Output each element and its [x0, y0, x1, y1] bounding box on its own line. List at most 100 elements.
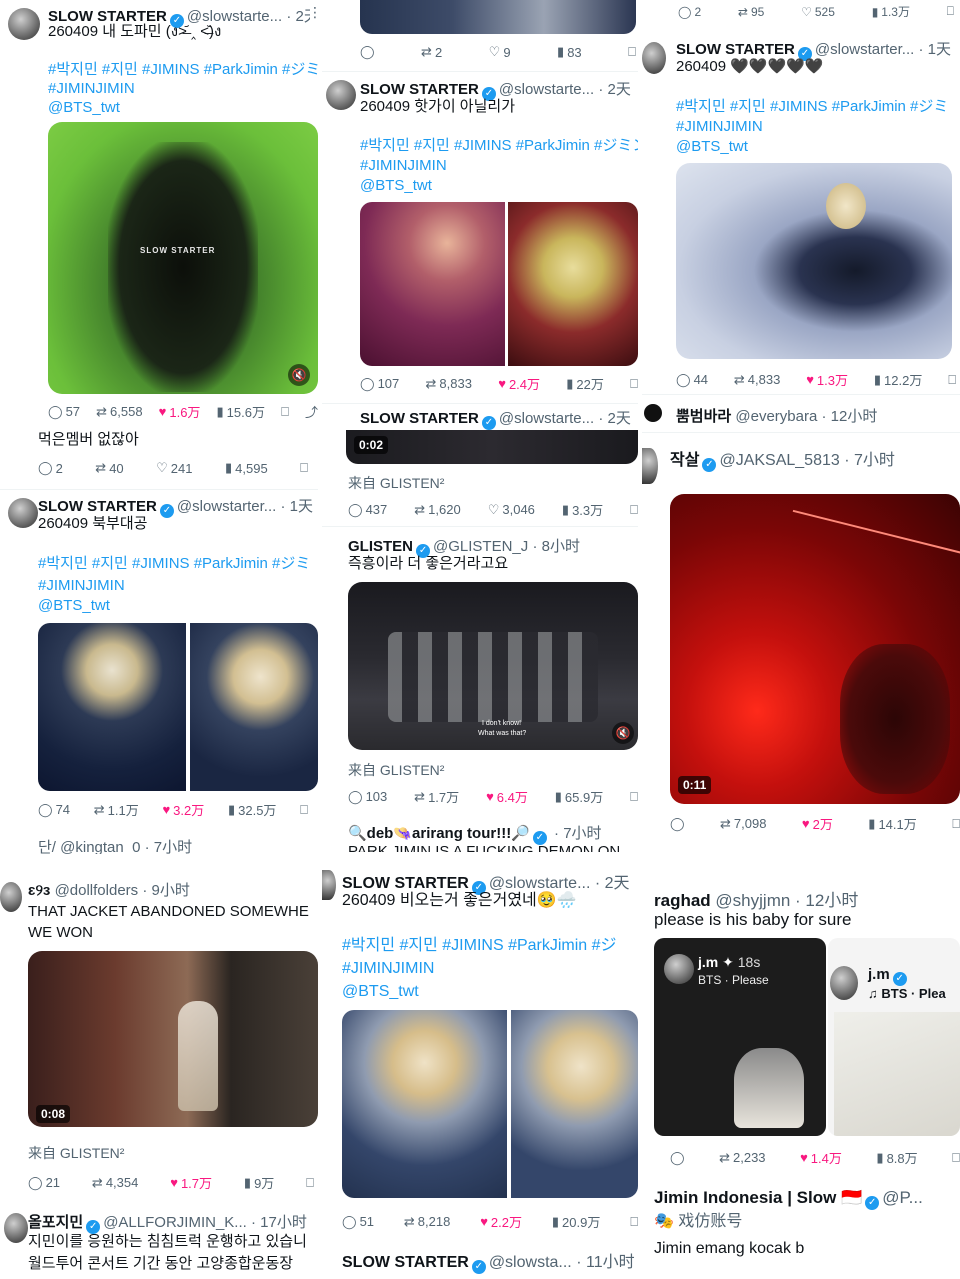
views-button[interactable]: ▮ 4,595: [225, 460, 268, 476]
display-name[interactable]: SLOW STARTER: [342, 1254, 469, 1271]
like-button[interactable]: ♥ 6.4万: [486, 787, 528, 806]
handle[interactable]: @dollfolders: [55, 882, 139, 899]
display-name[interactable]: 올포지민: [28, 1214, 83, 1231]
handle[interactable]: @GLISTEN_J: [433, 538, 528, 555]
display-name[interactable]: raghad: [654, 891, 711, 910]
tweet-card-col2-0[interactable]: ◯ ⇄ 2 ♡ 9 ▮ 83 ⎕: [322, 0, 638, 70]
retweet-button[interactable]: ⇄ 1,620: [414, 500, 460, 519]
avatar[interactable]: [0, 882, 22, 912]
handle[interactable]: @P...: [882, 1188, 923, 1207]
like-button[interactable]: ♥ 1.3万: [806, 370, 848, 389]
tweet-card-col1-4[interactable]: 올포지민 ✓ @ALLFORJIMIN_K... · 17小时 지민이를 응원하는 …: [0, 1205, 318, 1279]
like-button[interactable]: ♡ 3,046: [488, 500, 535, 519]
bookmark-icon[interactable]: ⎕: [306, 1173, 314, 1192]
retweet-button[interactable]: ⇄ 8,218: [404, 1212, 450, 1231]
timestamp[interactable]: · 1天: [918, 41, 951, 58]
hashtags[interactable]: #JIMINJIMIN: [360, 156, 638, 176]
tweet-card-col3-2[interactable]: 뿜범바라 @everybara · 12小时: [642, 398, 960, 428]
retweet-button[interactable]: ⇄ 2: [421, 44, 442, 60]
like-button[interactable]: ♡ 9: [489, 44, 511, 60]
like-button[interactable]: ♥ 1.6万: [159, 402, 201, 421]
mute-icon[interactable]: 🔇: [612, 722, 634, 744]
timestamp[interactable]: · 9小时: [142, 882, 190, 899]
handle[interactable]: @slowstarte...: [499, 410, 594, 427]
reply-button[interactable]: ◯ 44: [676, 370, 708, 389]
reply-button[interactable]: ◯: [670, 814, 685, 833]
views-button[interactable]: ▮ 15.6万: [217, 402, 265, 421]
avatar[interactable]: [642, 448, 658, 484]
display-name[interactable]: SLOW STARTER: [360, 81, 479, 98]
tweet-card-col3-4[interactable]: raghad @shyjjmn · 12小时 please is his bab…: [642, 878, 960, 1178]
bookmark-icon[interactable]: ⎕: [628, 44, 636, 60]
handle[interactable]: @slowstarter...: [177, 498, 276, 515]
reply-button[interactable]: ◯: [670, 1148, 685, 1167]
timestamp[interactable]: · 2天: [598, 410, 631, 427]
display-name[interactable]: GLISTEN: [348, 538, 413, 555]
mention[interactable]: @BTS_twt: [676, 137, 960, 157]
handle[interactable]: @shyjjmn: [715, 891, 790, 910]
tweet-card-col2-4[interactable]: 🔍deb👒arirang tour!!!🔎 ✓ · 7小时 PARK JIMIN …: [322, 818, 638, 856]
display-name[interactable]: ɛ୨ɜ: [28, 882, 50, 899]
timestamp[interactable]: · 1天: [280, 498, 313, 515]
views-button[interactable]: ▮ 32.5万: [228, 800, 276, 819]
bookmark-icon[interactable]: ⎕: [300, 460, 308, 476]
timestamp[interactable]: · 8小时: [532, 538, 580, 555]
views-button[interactable]: ▮ 65.9万: [555, 787, 603, 806]
reply-button[interactable]: ◯ 107: [360, 374, 399, 393]
tweet-photo-1[interactable]: [360, 202, 505, 366]
display-name[interactable]: 작살: [670, 452, 699, 469]
hashtags[interactable]: #JIMINJIMIN: [342, 959, 638, 979]
reply-button[interactable]: ◯: [360, 44, 375, 60]
mention[interactable]: @BTS_twt: [48, 98, 318, 118]
retweet-button[interactable]: ⇄ 7,098: [720, 814, 766, 833]
tweet-card-col2-3[interactable]: GLISTEN ✓ @GLISTEN_J · 8小时 즉흥이라 더 좋은거라고요 I…: [322, 528, 638, 812]
reply-button[interactable]: ◯ 2: [678, 3, 701, 20]
retweet-button[interactable]: ⇄ 2,233: [719, 1148, 765, 1167]
retweet-button[interactable]: ⇄ 6,558: [96, 402, 142, 421]
handle[interactable]: @slowstarte...: [489, 875, 591, 892]
mention[interactable]: @BTS_twt: [38, 596, 318, 616]
reply-button[interactable]: ◯ 57: [48, 402, 80, 421]
mute-icon[interactable]: 🔇: [288, 364, 310, 386]
views-button[interactable]: ▮ 8.8万: [876, 1148, 917, 1167]
tweet-card-col3-0[interactable]: ◯ 2 ⇄ 95 ♡ 525 ▮ 1.3万 ⎕: [642, 0, 960, 26]
tweet-photo-1[interactable]: [342, 1010, 507, 1198]
bookmark-icon[interactable]: ⎕: [630, 787, 638, 806]
display-name[interactable]: SLOW STARTER: [38, 498, 157, 515]
like-button[interactable]: ♡ 241: [156, 460, 192, 476]
reply-button[interactable]: ◯ 74: [38, 800, 70, 819]
tweet-photo[interactable]: [676, 163, 952, 359]
hashtags[interactable]: #박지민 #지민 #JIMINS #ParkJimin #ジミ: [38, 554, 318, 574]
source-label[interactable]: 来自 GLISTEN²: [348, 473, 444, 493]
tweet-photo-1[interactable]: [38, 623, 186, 791]
timestamp[interactable]: · 12小时: [821, 408, 877, 425]
reply-button[interactable]: ◯ 437: [348, 500, 387, 519]
bookmark-icon[interactable]: ⎕: [952, 814, 960, 833]
tweet-photo[interactable]: [360, 0, 636, 34]
timestamp[interactable]: · 7小时: [554, 825, 602, 842]
tweet-card-col2-5[interactable]: SLOW STARTER ✓ @slowstarte... · 2天 260409 …: [322, 862, 638, 1234]
hashtags[interactable]: #박지민 #지민 #JIMINS #ParkJimin #ジミン: [48, 60, 318, 80]
bookmark-icon[interactable]: ⎕: [630, 374, 638, 393]
profile-screenshot[interactable]: j.m ✓ ♫ BTS · Plea: [828, 938, 960, 1136]
tweet-card-col3-3[interactable]: 작살 ✓ @JAKSAL_5813 · 7小时 0:11 ◯ ⇄ 7,098 ♥ 2…: [642, 436, 960, 836]
timestamp[interactable]: · 2天: [598, 81, 631, 98]
avatar[interactable]: [644, 404, 662, 422]
story-screenshot[interactable]: j.m ✦ 18s BTS · Please: [654, 938, 826, 1136]
like-button[interactable]: ♥ 2.4万: [498, 374, 540, 393]
tweet-card-col2-2[interactable]: SLOW STARTER ✓ @slowstarte... · 2天 0:02 来自…: [322, 404, 638, 524]
avatar[interactable]: [642, 42, 666, 74]
tweet-card-col1-partial[interactable]: 단/ @kingtan_0 · 7小时: [0, 832, 318, 854]
handle[interactable]: @JAKSAL_5813: [719, 452, 839, 469]
avatar[interactable]: [4, 1213, 28, 1243]
like-button[interactable]: ♥ 2万: [802, 814, 833, 833]
display-name[interactable]: SLOW STARTER: [676, 41, 795, 58]
retweet-button[interactable]: ⇄ 1.7万: [414, 787, 459, 806]
reply-button[interactable]: ◯ 103: [348, 787, 387, 806]
avatar[interactable]: [326, 80, 356, 110]
views-button[interactable]: ▮ 83: [557, 44, 582, 60]
tweet-card-col1-1[interactable]: SLOW STARTER✓@slowstarte... · 2天 ⋮ 26040…: [0, 0, 318, 488]
bookmark-icon[interactable]: ⎕: [281, 402, 289, 421]
avatar[interactable]: [322, 870, 336, 900]
like-button[interactable]: ♥ 1.4万: [800, 1148, 842, 1167]
